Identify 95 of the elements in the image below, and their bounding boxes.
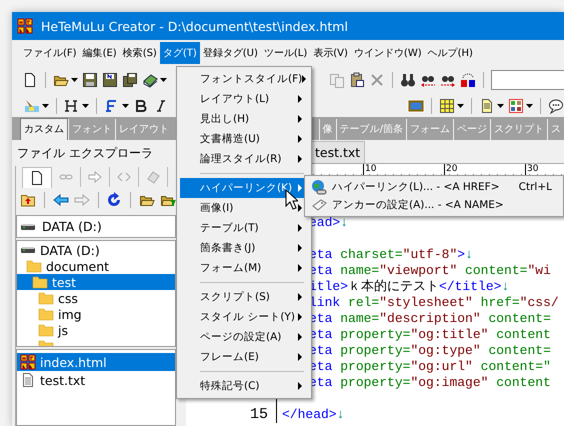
submenu-arrow-icon [298,115,302,123]
document-icon[interactable] [479,98,495,114]
submenu-arrow-icon [298,155,302,163]
refresh-icon[interactable] [106,192,122,208]
parent-folder-icon[interactable] [20,192,36,208]
table-icon[interactable] [439,98,455,114]
globe-link-icon [311,179,327,195]
menu-item[interactable]: 表示(V) [310,42,351,64]
caret-icon[interactable] [160,78,167,82]
menu-item[interactable]: 文書構造(U) [180,129,308,149]
menu-item[interactable]: アンカーの設定(A)... - <A NAME> [306,196,562,214]
menu-item[interactable]: 編集(E) [80,42,120,64]
comment-icon[interactable] [548,98,564,114]
submenu-arrow-icon [298,293,302,301]
tree-item[interactable]: css [17,290,175,306]
menu-item[interactable]: 登録タグ(U) [200,42,261,64]
menu-item[interactable]: 特殊記号(C) [180,376,308,396]
color-blocks-icon[interactable] [508,98,524,114]
menu-item[interactable]: ヘルプ(H) [424,42,476,64]
arrow-icon [87,169,103,185]
menu-item[interactable]: ハイパーリンク(L)... - <A HREF> Ctrl+L [306,178,562,196]
paste-icon[interactable] [349,72,365,88]
replace-icon[interactable] [460,72,476,88]
menu-item[interactable]: レイアウト(L) [180,89,308,109]
tree-item[interactable]: img [17,306,175,322]
save-all-icon[interactable] [122,72,138,88]
submenu-arrow-icon [298,353,302,361]
menu-item[interactable]: 論理スタイル(R) [180,149,308,169]
menu-item[interactable]: 見出し(H) [180,109,308,129]
text-file-icon [20,372,36,388]
submenu-arrow-icon [298,224,302,232]
menu-item[interactable]: スタイル シート(Y) [180,307,308,327]
tag-tab[interactable]: カスタム [20,118,68,140]
tree-item[interactable]: test [17,274,175,290]
color-icon[interactable] [24,98,40,114]
heading-icon[interactable] [64,98,80,114]
tree-item[interactable]: js [17,322,175,338]
menu-item[interactable]: ウインドウ(W) [350,42,425,64]
code-line: </head>↓ [282,407,344,423]
folder-icon [38,306,54,322]
menu-item[interactable]: フォーム(M) [180,258,308,278]
folder-icon [32,274,48,290]
submenu-arrow-icon [298,135,302,143]
save-as-icon[interactable] [102,72,118,88]
submenu-arrow-icon [298,204,302,212]
caret-icon[interactable] [457,104,464,108]
search-field[interactable] [491,70,564,90]
app-logo-icon [20,354,36,370]
caret-icon[interactable] [497,104,504,108]
line-number: 15 [250,406,268,423]
file-item[interactable]: index.html [17,353,175,371]
editor-tab[interactable]: test.txt [310,141,366,163]
image-icon[interactable] [408,98,424,114]
menu-item[interactable]: テーブル(T) [180,218,308,238]
caret-icon[interactable] [526,104,533,108]
back-icon[interactable] [52,192,69,208]
submenu-arrow-icon [298,244,302,252]
menu-item[interactable]: ページの設定(A) [180,327,308,347]
submenu-arrow-icon [298,333,302,341]
code-line: link rel="stylesheet" href="css/ [309,295,559,311]
menu-item[interactable]: タグ(T) [160,42,200,64]
menu-item[interactable]: 画像(I) [180,198,308,218]
code-line: itle>ｋ本的にテスト</title>↓ [309,279,510,295]
menu-item[interactable]: スクリプト(S) [180,287,308,307]
submenu-arrow-icon [298,184,302,192]
submenu-arrow-icon [298,382,302,390]
menu-item[interactable]: 検索(S) [120,42,160,64]
panel-tab[interactable] [22,166,52,188]
caret-icon[interactable] [71,78,78,82]
new-file-icon[interactable] [22,72,38,88]
book-icon[interactable] [142,72,158,88]
caret-icon[interactable] [122,104,129,108]
save-icon[interactable] [82,72,98,88]
panel-title: ファイル エクスプローラ [16,145,154,162]
caret-icon[interactable] [82,104,89,108]
submenu-arrow-icon [302,75,306,83]
tree-item[interactable]: document [17,258,175,274]
drive-dropdown[interactable]: DATA (D:) [16,215,176,238]
menu-item[interactable]: ツール(L) [260,42,310,64]
menu-item[interactable]: 箇条書き(J) [180,238,308,258]
window-title: HeTeMuLu Creator - D:\document\test\index.html [41,18,348,34]
bold-icon[interactable] [133,98,149,114]
menu-item[interactable]: フォントスタイル(F) [180,69,308,89]
app-logo-icon [17,18,33,34]
menu-item[interactable]: フレーム(E) [180,347,308,367]
submenu-arrow-icon [298,313,302,321]
page-icon [29,170,45,186]
caret-icon[interactable] [42,104,49,108]
submenu-arrow-icon [298,95,302,103]
file-item[interactable]: test.txt [17,371,175,389]
tag-icon [311,197,327,213]
find-icon[interactable] [400,72,416,88]
menu-item[interactable]: ファイル(F) [20,42,80,64]
tree-item[interactable]: DATA (D:) [17,242,175,258]
submenu-arrow-icon [298,264,302,272]
